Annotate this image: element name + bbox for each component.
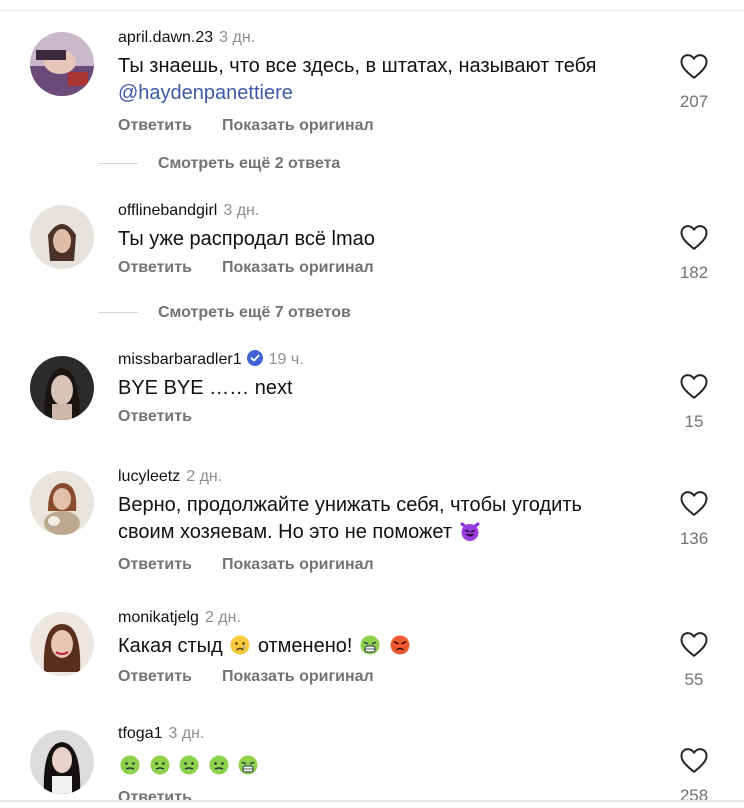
replies-divider <box>98 163 138 165</box>
timestamp: 3 дн. <box>223 202 260 219</box>
like-group: 55 <box>672 630 716 690</box>
reply-button[interactable]: Ответить <box>118 668 192 685</box>
top-divider <box>0 10 744 11</box>
timestamp: 2 дн. <box>186 468 223 485</box>
heart-icon[interactable] <box>679 489 709 517</box>
view-replies-button[interactable]: Смотреть ещё 2 ответа <box>98 155 340 175</box>
show-original-button[interactable]: Показать оригинал <box>222 259 374 276</box>
avatar[interactable] <box>30 612 94 676</box>
timestamp: 3 дн. <box>219 29 256 46</box>
heart-icon[interactable] <box>679 223 709 251</box>
reply-button[interactable]: Ответить <box>118 259 192 276</box>
username[interactable]: tfoga1 <box>118 725 162 742</box>
username[interactable]: april.dawn.23 <box>118 29 213 46</box>
timestamp: 2 дн. <box>204 609 241 626</box>
avatar[interactable] <box>30 356 94 420</box>
like-group: 15 <box>672 372 716 432</box>
replies-divider <box>98 312 138 314</box>
comment-text: Верно, продолжайте унижать себя, чтобы у… <box>118 494 582 543</box>
comment-text: Какая стыд отменено! <box>118 633 624 660</box>
timestamp: 19 ч. <box>268 351 304 368</box>
comment-text: BYE BYE …… next <box>118 377 293 399</box>
reply-button[interactable]: Ответить <box>118 556 192 573</box>
heart-icon[interactable] <box>679 746 709 774</box>
smiling-devil-emoji-icon <box>460 522 480 541</box>
nauseated-face-emoji-icon <box>120 755 140 775</box>
timestamp: 3 дн. <box>168 725 205 742</box>
nauseated-face-emoji-icon <box>209 755 229 775</box>
avatar[interactable] <box>30 471 94 535</box>
show-original-button[interactable]: Показать оригинал <box>222 556 374 573</box>
like-group: 182 <box>672 223 716 283</box>
reply-button[interactable]: Ответить <box>118 789 192 806</box>
crying-face-emoji-icon <box>230 635 250 655</box>
comment-text <box>118 753 624 780</box>
like-count: 182 <box>679 263 709 282</box>
angry-face-emoji-icon <box>390 635 410 655</box>
mention-link[interactable]: @haydenpanettiere <box>118 82 293 104</box>
nauseated-face-emoji-icon <box>150 755 170 775</box>
like-count: 55 <box>684 670 704 689</box>
heart-icon[interactable] <box>679 52 709 80</box>
avatar[interactable] <box>30 205 94 269</box>
username[interactable]: lucyleetz <box>118 468 180 485</box>
show-original-button[interactable]: Показать оригинал <box>222 668 374 685</box>
nauseated-face-emoji-icon <box>179 755 199 775</box>
view-replies-button[interactable]: Смотреть ещё 7 ответов <box>98 304 351 324</box>
heart-icon[interactable] <box>679 372 709 400</box>
comment-text: Ты знаешь, что все здесь, в штатах, назы… <box>118 55 597 104</box>
like-count: 15 <box>684 412 704 431</box>
nauseated-face-emoji-icon <box>360 635 380 655</box>
reply-button[interactable]: Ответить <box>118 117 192 134</box>
reply-button[interactable]: Ответить <box>118 408 192 425</box>
like-count: 207 <box>679 92 709 111</box>
username[interactable]: offlinebandgirl <box>118 202 217 219</box>
vomiting-face-emoji-icon <box>238 755 258 775</box>
like-group: 258 <box>672 746 716 806</box>
show-original-button[interactable]: Показать оригинал <box>222 117 374 134</box>
username[interactable]: missbarbaradler1 <box>118 351 242 368</box>
heart-icon[interactable] <box>679 630 709 658</box>
like-group: 207 <box>672 52 716 112</box>
bottom-divider <box>0 800 744 802</box>
username[interactable]: monikatjelg <box>118 609 199 626</box>
like-count: 258 <box>679 786 709 805</box>
avatar[interactable] <box>30 730 94 794</box>
avatar[interactable] <box>30 32 94 96</box>
like-group: 136 <box>672 489 716 549</box>
comment-text: Ты уже распродал всё lmao <box>118 228 375 250</box>
like-count: 136 <box>679 529 709 548</box>
verified-badge-icon <box>246 350 263 366</box>
